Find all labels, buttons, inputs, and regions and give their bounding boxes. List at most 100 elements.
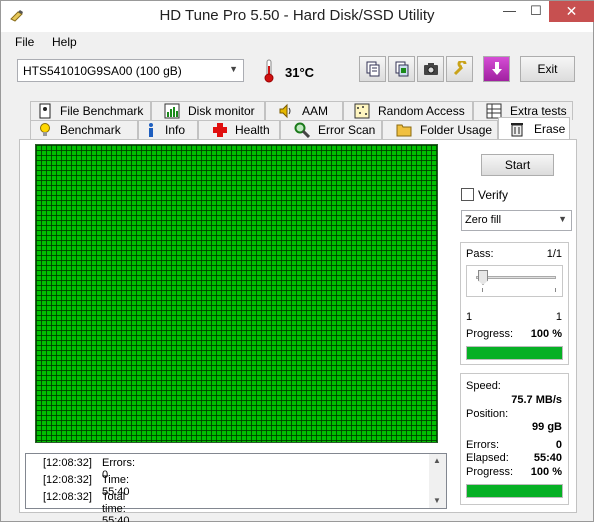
log-time: [12:08:32] xyxy=(43,474,92,486)
erase-panel: [12:08:32] Errors: 0 [12:08:32] Time: 55… xyxy=(19,139,577,522)
magnifier-icon xyxy=(294,122,310,138)
slider-tick xyxy=(482,288,483,292)
tab-info[interactable]: Info xyxy=(138,120,198,139)
log-message: Total time: 55:40 xyxy=(102,491,130,522)
menu-file[interactable]: File xyxy=(15,35,34,49)
copy-image-icon xyxy=(395,61,409,77)
tab-label: Erase xyxy=(534,122,566,136)
info-icon xyxy=(149,123,153,137)
tab-error-scan[interactable]: Error Scan xyxy=(280,120,382,139)
tab-label: Random Access xyxy=(378,104,465,118)
fill-mode-select[interactable]: Zero fill ▼ xyxy=(461,210,572,231)
slider-track xyxy=(476,276,556,279)
verify-label: Verify xyxy=(478,188,509,202)
elapsed-label: Elapsed: xyxy=(466,452,509,464)
scroll-down-icon[interactable]: ▼ xyxy=(433,496,441,505)
total-progress-fill xyxy=(467,485,562,497)
log-list[interactable]: [12:08:32] Errors: 0 [12:08:32] Time: 55… xyxy=(25,453,447,522)
fill-mode-value: Zero fill xyxy=(465,214,502,226)
pass-max: 1 xyxy=(555,311,562,323)
tab-label: Benchmark xyxy=(60,123,121,137)
toolbar: HTS541010G9SA00 (100 gB) ▼ 31°C Exit xyxy=(1,53,593,91)
chevron-down-icon: ▼ xyxy=(229,64,238,74)
maximize-button[interactable]: ☐ xyxy=(523,1,549,22)
tab-random-access[interactable]: Random Access xyxy=(343,101,473,120)
progress-value: 100 % xyxy=(530,328,562,340)
copy-info-button[interactable] xyxy=(359,56,386,82)
temperature-readout: 31°C xyxy=(285,65,314,80)
stats-group: Speed: 75.7 MB/s Position: 99 gB Errors:… xyxy=(460,373,569,505)
pass-group: Pass: 1/1 1 1 Progress: 100 % xyxy=(460,242,569,365)
temperature-unit: °C xyxy=(299,65,315,80)
close-button[interactable]: ✕ xyxy=(549,1,594,22)
slider-thumb[interactable] xyxy=(478,270,488,285)
errors-value: 0 xyxy=(555,439,562,451)
start-button[interactable]: Start xyxy=(481,154,554,176)
tab-label: Folder Usage xyxy=(420,123,493,137)
pass-label: Pass: xyxy=(466,248,494,260)
tab-benchmark[interactable]: Benchmark xyxy=(30,120,138,139)
folder-icon xyxy=(396,124,412,137)
tab-label: Error Scan xyxy=(318,123,376,137)
exit-button[interactable]: Exit xyxy=(520,56,575,82)
tab-aam[interactable]: AAM xyxy=(265,101,343,120)
pass-progress-fill xyxy=(467,347,562,359)
app-window: HD Tune Pro 5.50 - Hard Disk/SSD Utility… xyxy=(0,0,594,522)
log-time: [12:08:32] xyxy=(43,491,92,503)
lightbulb-icon xyxy=(40,123,50,136)
menu-help[interactable]: Help xyxy=(52,35,77,49)
tab-health[interactable]: Health xyxy=(198,120,280,139)
elapsed-value: 55:40 xyxy=(533,452,562,464)
errors-label: Errors: xyxy=(466,439,499,451)
random-access-icon xyxy=(354,103,370,119)
scroll-up-icon[interactable]: ▲ xyxy=(433,456,441,465)
drive-select-value: HTS541010G9SA00 (100 gB) xyxy=(23,64,182,78)
position-value: 99 gB xyxy=(532,421,562,433)
tab-disk-monitor[interactable]: Disk monitor xyxy=(151,101,265,120)
speaker-icon xyxy=(279,103,291,119)
copy-icon xyxy=(366,61,380,77)
tab-label: File Benchmark xyxy=(60,104,144,118)
log-time: [12:08:32] xyxy=(43,457,92,469)
slider-tick xyxy=(555,288,556,292)
screenshot-button[interactable] xyxy=(417,56,444,82)
block-map xyxy=(35,144,438,443)
chevron-down-icon: ▼ xyxy=(558,214,567,224)
speed-label: Speed: xyxy=(466,380,501,392)
total-progress-label: Progress: xyxy=(466,466,514,478)
minimize-button[interactable]: — xyxy=(496,1,523,22)
menu-bar: File Help xyxy=(1,32,593,52)
disk-monitor-icon xyxy=(164,103,180,119)
temperature-value: 31 xyxy=(285,65,300,80)
drive-select[interactable]: HTS541010G9SA00 (100 gB) ▼ xyxy=(17,59,244,82)
progress-label: Progress: xyxy=(466,328,514,340)
pass-progress-bar xyxy=(466,346,563,360)
camera-icon xyxy=(424,63,438,75)
log-scrollbar[interactable]: ▲ ▼ xyxy=(429,454,446,508)
tab-folder-usage[interactable]: Folder Usage xyxy=(382,120,498,139)
file-benchmark-icon xyxy=(39,103,51,119)
health-cross-icon xyxy=(213,123,227,137)
tab-label: Health xyxy=(235,123,270,137)
save-button[interactable] xyxy=(483,56,510,82)
tab-label: AAM xyxy=(302,104,329,118)
wrench-icon xyxy=(453,61,467,76)
copy-screenshot-button[interactable] xyxy=(388,56,415,82)
checkbox-box[interactable] xyxy=(461,188,474,201)
position-label: Position: xyxy=(466,408,509,420)
pass-slider[interactable] xyxy=(466,265,563,297)
options-button[interactable] xyxy=(446,56,473,82)
speed-value: 75.7 MB/s xyxy=(511,394,562,406)
tab-label: Extra tests xyxy=(510,104,567,118)
pass-value: 1/1 xyxy=(546,248,562,260)
tab-file-benchmark[interactable]: File Benchmark xyxy=(30,101,151,120)
tab-label: Disk monitor xyxy=(188,104,255,118)
total-progress-bar xyxy=(466,484,563,498)
download-arrow-icon xyxy=(492,62,502,75)
tab-label: Info xyxy=(165,123,186,137)
title-bar: HD Tune Pro 5.50 - Hard Disk/SSD Utility… xyxy=(1,1,594,32)
tab-erase[interactable]: Erase xyxy=(498,117,570,139)
pass-min: 1 xyxy=(466,311,473,323)
trash-icon xyxy=(511,123,523,137)
thermometer-icon xyxy=(264,59,274,83)
